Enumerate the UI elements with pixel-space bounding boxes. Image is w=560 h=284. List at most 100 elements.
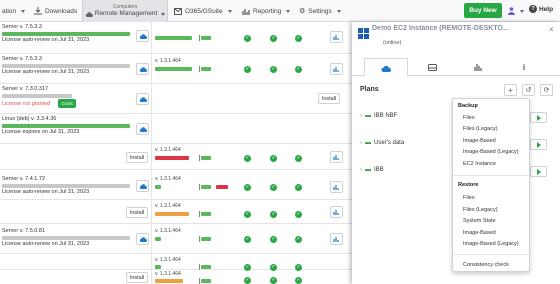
tab-backup[interactable] [364, 58, 408, 77]
add-plan-button[interactable]: + [504, 84, 517, 96]
menu-item-backup-image[interactable]: Image-Based [463, 138, 496, 144]
menu-item-restore-image-legacy[interactable]: Image-Based (Legacy) [463, 241, 519, 247]
storage-bar [201, 36, 211, 40]
plan-item[interactable]: › ▬ User's data [360, 140, 450, 146]
storage-bar [201, 237, 211, 241]
cloud-backup-button[interactable] [136, 233, 149, 245]
table-row[interactable]: Server v. 7.3.0.317 License not granted G… [0, 84, 352, 114]
table-row[interactable]: Server v. 7.4.1.72 License auto-renew on… [0, 170, 352, 200]
panel-status: (online) [383, 40, 402, 46]
cloud-backup-button[interactable] [136, 30, 149, 42]
chevron-right-icon: › [360, 113, 362, 119]
table-row[interactable]: Server v. 7.5.3.3 License auto-renew on … [0, 22, 352, 54]
menu-item-backup-files[interactable]: Files [463, 115, 475, 121]
cloud-icon [381, 65, 391, 72]
nav-item-automation[interactable]: ation [2, 0, 26, 22]
plan-item[interactable]: › ▬ IBB NBF [360, 113, 450, 119]
storage-bar [201, 265, 211, 269]
menu-item-restore-system-state[interactable]: System State [463, 218, 496, 224]
menu-heading-backup: Backup [458, 103, 478, 109]
report-button[interactable] [330, 31, 343, 43]
bar-chart-icon [242, 8, 250, 15]
install-button[interactable]: Install [126, 152, 148, 163]
tab-storage[interactable] [410, 58, 454, 76]
storage-bar [201, 156, 211, 160]
table-row[interactable]: Linux (deb) v. 3.3.4.36 License expires … [0, 114, 352, 144]
help-button[interactable]: ? Help [529, 5, 553, 13]
check-icon: ✓ [295, 35, 302, 42]
nav-item-remote-management[interactable]: Computers Remote Management [82, 0, 168, 22]
storage-bar [155, 212, 189, 216]
menu-item-backup-image-legacy[interactable]: Image-Based (Legacy) [463, 149, 519, 155]
table-row[interactable]: Install v. 1.3.1.464 ✓ ✓ ✓ [0, 144, 352, 170]
check-icon: ✓ [270, 236, 277, 243]
agent-version: v. 1.3.1.464 [155, 203, 181, 209]
report-button[interactable] [330, 151, 343, 163]
menu-item-restore-image[interactable]: Image-Based [463, 230, 496, 236]
check-icon: ✓ [244, 66, 251, 73]
table-row[interactable]: Install v. 1.3.1.464 ✓ ✓ ✓ [0, 200, 352, 224]
menu-item-consistency-check[interactable]: Consistency check [463, 262, 509, 268]
database-icon: ▬ [365, 167, 371, 173]
table-row[interactable]: Server v. 7.5.0.81 License auto-renew on… [0, 224, 352, 254]
table-row[interactable]: v. 1.3.1.464 ✓ ✓ ✓ [0, 254, 352, 271]
storage-bar [155, 265, 161, 269]
play-icon [536, 168, 541, 175]
cloud-backup-button[interactable] [136, 93, 149, 105]
license-status: License auto-renew on Jul 31, 2023 [2, 189, 90, 195]
run-plan-button[interactable] [530, 166, 547, 177]
buy-new-button[interactable]: Buy New [464, 3, 502, 18]
grant-button[interactable]: Grant [58, 99, 76, 108]
nav-item-o365[interactable]: O365/GSuite [174, 0, 232, 22]
nav-item-reporting[interactable]: Reporting [242, 0, 291, 22]
computer-name: Server v. 7.4.1.72 [2, 176, 46, 182]
storage-bar [201, 279, 211, 283]
cloud-backup-button[interactable] [136, 180, 149, 192]
computer-info: Server v. 7.3.0.317 License not granted G… [2, 86, 150, 108]
nav-item-settings[interactable]: ⚙ Settings [299, 0, 341, 22]
run-plan-button[interactable] [530, 139, 547, 150]
history-button[interactable]: ↺ [522, 84, 535, 96]
check-icon: ✓ [244, 277, 251, 284]
run-plan-button[interactable] [530, 112, 547, 123]
report-button[interactable] [330, 206, 343, 218]
panel-tabs: i [352, 58, 560, 77]
bar-chart-icon [473, 64, 482, 71]
license-bar [2, 64, 130, 68]
plan-item[interactable]: › ▬ IBB [360, 167, 450, 173]
tab-reports[interactable] [456, 58, 500, 76]
check-icon: ✓ [295, 155, 302, 162]
menu-item-restore-files-legacy[interactable]: Files (Legacy) [463, 207, 498, 213]
check-icon: ✓ [244, 184, 251, 191]
table-row[interactable]: Server v. 7.5.3.3 License auto-renew on … [0, 54, 352, 84]
envelope-icon [174, 7, 182, 15]
refresh-button[interactable]: ⟳ [540, 84, 553, 96]
report-button[interactable] [330, 181, 343, 193]
license-status: License not granted Grant [2, 99, 150, 108]
chevron-down-icon [336, 9, 341, 13]
cloud-backup-button[interactable] [136, 123, 149, 135]
menu-item-backup-files-legacy[interactable]: Files (Legacy) [463, 126, 498, 132]
windows-server-icon [358, 28, 369, 39]
install-button[interactable]: Install [318, 93, 340, 104]
menu-item-backup-ec2[interactable]: EC2 Instance [463, 161, 496, 167]
nav-item-downloads[interactable]: Downloads [34, 0, 77, 22]
user-menu[interactable] [508, 0, 524, 22]
agent-version: v. 1.3.1.464 [155, 271, 181, 277]
install-button[interactable]: Install [126, 272, 148, 283]
tab-info[interactable]: i [502, 58, 546, 76]
close-icon[interactable]: × [549, 25, 554, 34]
cloud-upload-icon [139, 67, 147, 72]
table-row[interactable]: Install v. 1.3.1.464 ✓ ✓ ✓ [0, 270, 352, 284]
report-button[interactable] [330, 233, 343, 245]
storage-bar [216, 185, 228, 189]
gear-icon: ⚙ [299, 8, 306, 15]
cloud-backup-button[interactable] [136, 63, 149, 75]
plan-name: User's data [374, 140, 405, 146]
computer-info: Server v. 7.5.3.3 License auto-renew on … [2, 24, 150, 44]
bar-chart-icon [333, 67, 339, 72]
check-icon: ✓ [295, 211, 302, 218]
install-button[interactable]: Install [126, 207, 148, 218]
report-button[interactable] [330, 63, 343, 75]
menu-item-restore-files[interactable]: Files [463, 195, 475, 201]
